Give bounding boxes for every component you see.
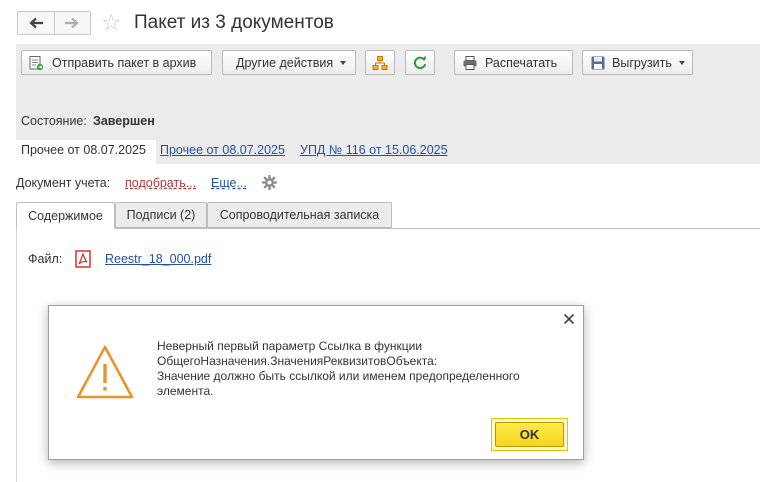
chevron-down-icon <box>340 60 347 65</box>
print-label: Распечатать <box>485 55 558 70</box>
structure-icon <box>372 55 388 70</box>
ok-button[interactable]: OK <box>495 422 564 447</box>
pdf-icon <box>75 250 91 271</box>
refresh-button[interactable] <box>405 50 435 75</box>
page-title: Пакет из 3 документов <box>134 12 334 33</box>
file-label: Файл: <box>28 252 63 266</box>
pick-document-link[interactable]: подобрать... <box>125 176 196 190</box>
document-link-other[interactable]: Прочее от 08.07.2025 <box>160 143 285 157</box>
export-label: Выгрузить <box>612 55 672 70</box>
refresh-icon <box>413 55 427 69</box>
other-actions-button[interactable]: Другие действия <box>222 50 356 75</box>
state-label: Состояние: <box>21 114 87 128</box>
send-archive-icon <box>28 55 44 71</box>
navigation-buttons <box>17 11 91 35</box>
back-arrow-icon <box>29 17 43 29</box>
tab-label: Подписи (2) <box>126 208 196 222</box>
export-button[interactable]: Выгрузить <box>582 50 693 75</box>
document-link-upd[interactable]: УПД № 116 от 15.06.2025 <box>300 143 448 157</box>
tab-divider <box>16 228 760 229</box>
structure-button[interactable] <box>365 50 395 75</box>
floppy-disk-icon <box>590 55 606 71</box>
message-line: Значение должно быть ссылкой или именем … <box>157 369 520 383</box>
message-line: Неверный первый параметр Ссылка в функци… <box>157 339 423 353</box>
chevron-down-icon <box>678 60 685 65</box>
favorite-star-icon[interactable]: ☆ <box>101 10 122 34</box>
ok-focus-frame: OK <box>491 418 568 451</box>
other-actions-label: Другие действия <box>236 55 334 70</box>
warning-icon <box>75 344 135 403</box>
error-message: Неверный первый параметр Ссылка в функци… <box>157 339 567 399</box>
error-dialog: Неверный первый параметр Ссылка в функци… <box>48 305 584 460</box>
close-icon[interactable] <box>563 313 575 328</box>
print-button[interactable]: Распечатать <box>454 50 573 75</box>
send-archive-label: Отправить пакет в архив <box>52 55 197 70</box>
send-archive-button[interactable]: Отправить пакет в архив <box>21 50 212 75</box>
tab-signatures[interactable]: Подписи (2) <box>115 202 207 228</box>
gear-icon[interactable] <box>261 174 278 194</box>
message-line: элемента. <box>157 384 214 398</box>
tab-contents[interactable]: Содержимое <box>16 202 115 229</box>
file-link[interactable]: Reestr_18_000.pdf <box>105 252 211 266</box>
state-value: Завершен <box>93 114 155 128</box>
accounting-document-label: Документ учета: <box>16 176 111 190</box>
tab-label: Содержимое <box>28 208 103 223</box>
more-link[interactable]: Еще... <box>211 176 247 190</box>
current-document-label: Прочее от 08.07.2025 <box>21 143 146 157</box>
forward-arrow-icon <box>65 17 79 29</box>
printer-icon <box>462 55 478 71</box>
message-line: ОбщегоНазначения.ЗначенияРеквизитовОбъек… <box>157 354 438 368</box>
tab-cover-note[interactable]: Сопроводительная записка <box>207 202 392 228</box>
tab-label: Сопроводительная записка <box>219 208 380 222</box>
forward-button[interactable] <box>53 12 91 34</box>
back-button[interactable] <box>18 12 54 34</box>
content-border <box>16 228 17 482</box>
